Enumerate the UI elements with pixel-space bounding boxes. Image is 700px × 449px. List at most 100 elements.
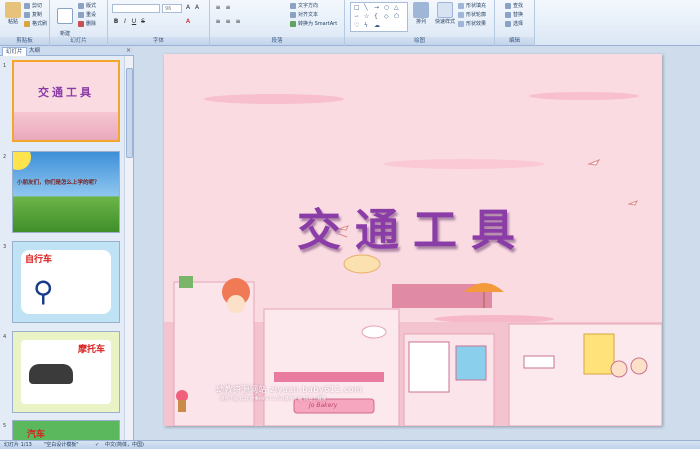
ribbon: 粘贴 剪切 复制 格式刷 剪贴板 新建 幻灯片 版式 重设 删除 幻灯片 96 … xyxy=(0,0,700,46)
select-button[interactable]: 选择 xyxy=(505,20,523,28)
find-button[interactable]: 查找 xyxy=(505,2,523,10)
language-indicator[interactable]: 中文(简体，中国) xyxy=(105,441,144,449)
arrange-button[interactable]: 排列 xyxy=(410,2,432,25)
slides-label: 幻灯片 xyxy=(50,37,107,45)
text-direction-button[interactable]: 文字方向 xyxy=(290,2,318,10)
layout-icon xyxy=(78,2,84,9)
scrollbar-thumb[interactable] xyxy=(126,68,133,158)
format-painter-button[interactable]: 格式刷 xyxy=(24,20,47,28)
status-bar: 幻灯片 1/13 "空白设计模板" ✓ 中文(简体，中国) xyxy=(0,440,700,449)
slide-thumbnail-pane: 幻灯片 大纲 × 1 交通工具 2 小朋友们，你们是怎么上学的呢？ 3 自行车 … xyxy=(0,46,134,440)
thumb-title: 摩托车 xyxy=(77,345,105,355)
thumb-number: 1 xyxy=(3,63,7,69)
delete-button[interactable]: 删除 xyxy=(78,20,96,28)
editing-group: 查找 替换 选择 编辑 xyxy=(495,0,535,46)
pentagon-icon: ⬠ xyxy=(394,13,400,20)
clipboard-group: 粘贴 剪切 复制 格式刷 剪贴板 xyxy=(0,0,50,46)
shape-outline-button[interactable]: 形状轮廓 xyxy=(458,11,486,19)
slide-1[interactable]: 交通工具 幼教资源网站 ziyuan.baby611.com 课件下载 儿歌 故… xyxy=(164,54,662,426)
font-name-box[interactable] xyxy=(112,4,160,13)
text-direction-icon xyxy=(290,2,296,9)
layout-button[interactable]: 版式 xyxy=(78,2,96,10)
shrink-font-button[interactable]: A xyxy=(193,4,201,12)
lightning-icon: ϟ xyxy=(364,22,368,29)
close-icon[interactable]: × xyxy=(126,47,131,54)
rectangle-icon: □ xyxy=(354,4,360,11)
slide-thumbnail-5[interactable]: 汽车 xyxy=(12,420,120,440)
reset-button[interactable]: 重设 xyxy=(78,11,96,19)
slide-canvas: 交通工具 幼教资源网站 ziyuan.baby611.com 课件下载 儿歌 故… xyxy=(135,46,700,440)
align-text-button[interactable]: 对齐文本 xyxy=(290,11,318,19)
thumb-title: 汽车 xyxy=(27,430,46,440)
outline-icon xyxy=(458,11,464,18)
font-size-box[interactable]: 96 xyxy=(162,4,182,13)
slide-thumbnail-2[interactable]: 小朋友们，你们是怎么上学的呢？ xyxy=(12,151,120,233)
heart-icon: ♡ xyxy=(354,22,360,29)
numbering-button[interactable]: ≡ xyxy=(224,4,232,12)
shapes-gallery[interactable]: □ ╲ → ○ △ ∽ ☆ { ◇ ⬠ ♡ ϟ ☁ xyxy=(350,2,408,32)
shape-fill-button[interactable]: 形状填充 xyxy=(458,2,486,10)
align-right-button[interactable]: ≡ xyxy=(234,18,242,26)
reset-icon xyxy=(78,11,84,18)
brush-icon xyxy=(24,20,30,27)
quick-styles-button[interactable]: 快速样式 xyxy=(432,2,458,25)
arrow-icon: → xyxy=(374,4,380,11)
slide-thumbnail-4[interactable]: 摩托车 xyxy=(12,331,120,413)
effects-icon xyxy=(458,20,464,27)
triangle-icon: △ xyxy=(394,4,399,11)
star-icon: ☆ xyxy=(364,13,370,20)
replace-icon xyxy=(505,11,511,18)
slide-thumbnail-1[interactable]: 交通工具 xyxy=(12,60,120,142)
slide-thumbnail-3[interactable]: 自行车 ⚲ xyxy=(12,241,120,323)
thumbnail-scrollbar[interactable] xyxy=(124,56,133,440)
thumb-number: 3 xyxy=(3,244,7,250)
brace-icon: { xyxy=(374,13,378,20)
font-group: 96 A A B I U S A 字体 xyxy=(108,0,210,46)
thumb-sun xyxy=(13,152,31,170)
font-label: 字体 xyxy=(108,37,209,45)
line-icon: ╲ xyxy=(364,4,368,11)
tab-slides[interactable]: 幻灯片 xyxy=(2,47,27,56)
thumb-number: 5 xyxy=(3,423,7,429)
paste-icon xyxy=(5,2,21,18)
shape-effects-button[interactable]: 形状效果 xyxy=(458,20,486,28)
font-color-button[interactable]: A xyxy=(184,18,192,26)
clipboard-label: 剪贴板 xyxy=(0,37,49,45)
align-text-icon xyxy=(290,11,296,18)
oval-icon: ○ xyxy=(384,4,390,11)
curve-icon: ∽ xyxy=(354,13,360,20)
thumb-number: 4 xyxy=(3,334,7,340)
watermark-text: 幼教资源网站 ziyuan.baby611.com xyxy=(216,385,363,394)
bakery-sign: Jo Bakery xyxy=(309,402,338,409)
italic-button[interactable]: I xyxy=(121,18,129,26)
slides-group: 新建 幻灯片 版式 重设 删除 幻灯片 xyxy=(50,0,108,46)
delete-icon xyxy=(78,20,84,27)
tab-outline[interactable]: 大纲 xyxy=(26,47,43,56)
thumb-town-scene xyxy=(14,112,118,140)
copy-icon xyxy=(24,11,30,18)
smartart-button[interactable]: 转换为 SmartArt xyxy=(290,20,337,28)
slide-title[interactable]: 交通工具 xyxy=(164,194,662,258)
align-center-button[interactable]: ≡ xyxy=(224,18,232,26)
grow-font-button[interactable]: A xyxy=(184,4,192,12)
paragraph-label: 段落 xyxy=(210,37,344,45)
drawing-label: 绘图 xyxy=(345,37,494,45)
cut-button[interactable]: 剪切 xyxy=(24,2,42,10)
thumb-title: 自行车 xyxy=(25,255,53,265)
paste-button[interactable]: 粘贴 xyxy=(2,2,24,25)
bold-button[interactable]: B xyxy=(112,18,120,26)
thumb-title: 交通工具 xyxy=(38,86,94,99)
underline-button[interactable]: U xyxy=(130,18,138,26)
align-left-button[interactable]: ≡ xyxy=(214,18,222,26)
select-icon xyxy=(505,20,511,27)
replace-button[interactable]: 替换 xyxy=(505,11,523,19)
bicycle-icon: ⚲ xyxy=(33,275,54,308)
paragraph-group: ≡ ≡ ≡ ≡ ≡ 文字方向 对齐文本 转换为 SmartArt 段落 xyxy=(210,0,345,46)
slide-counter: 幻灯片 1/13 xyxy=(4,442,32,448)
callout-icon: ◇ xyxy=(384,13,389,20)
copy-button[interactable]: 复制 xyxy=(24,11,42,19)
strikethrough-button[interactable]: S xyxy=(139,18,147,26)
thumb-title: 小朋友们，你们是怎么上学的呢？ xyxy=(17,180,100,186)
editing-label: 编辑 xyxy=(495,37,534,45)
bullets-button[interactable]: ≡ xyxy=(214,4,222,12)
